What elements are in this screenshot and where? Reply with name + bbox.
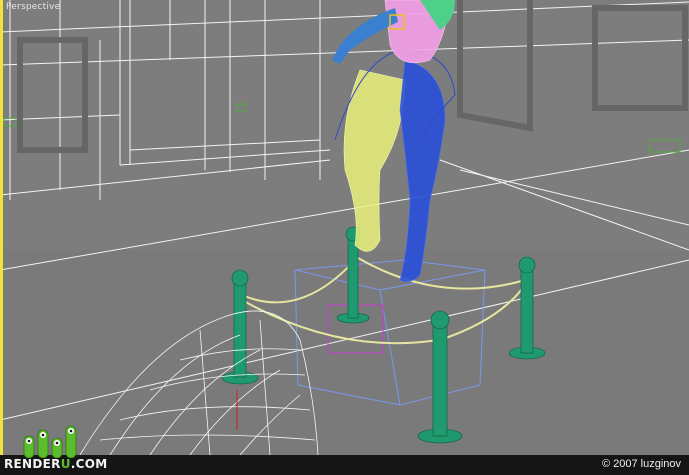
scene-canvas[interactable] <box>0 0 689 455</box>
renderu-mascot-logo <box>23 425 77 458</box>
brand-logo-text[interactable]: RENDERU.COM <box>4 457 107 471</box>
brand-prefix: RENDER <box>4 457 61 471</box>
brand-accent: U <box>60 457 71 471</box>
copyright-text: © 2007 luzginov <box>601 458 681 470</box>
perspective-viewport[interactable]: Perspective RENDERU.COM © 2007 luzginov <box>0 0 689 475</box>
brand-suffix: .COM <box>70 457 108 471</box>
viewport-label[interactable]: Perspective <box>6 2 60 12</box>
active-viewport-border <box>0 0 3 455</box>
